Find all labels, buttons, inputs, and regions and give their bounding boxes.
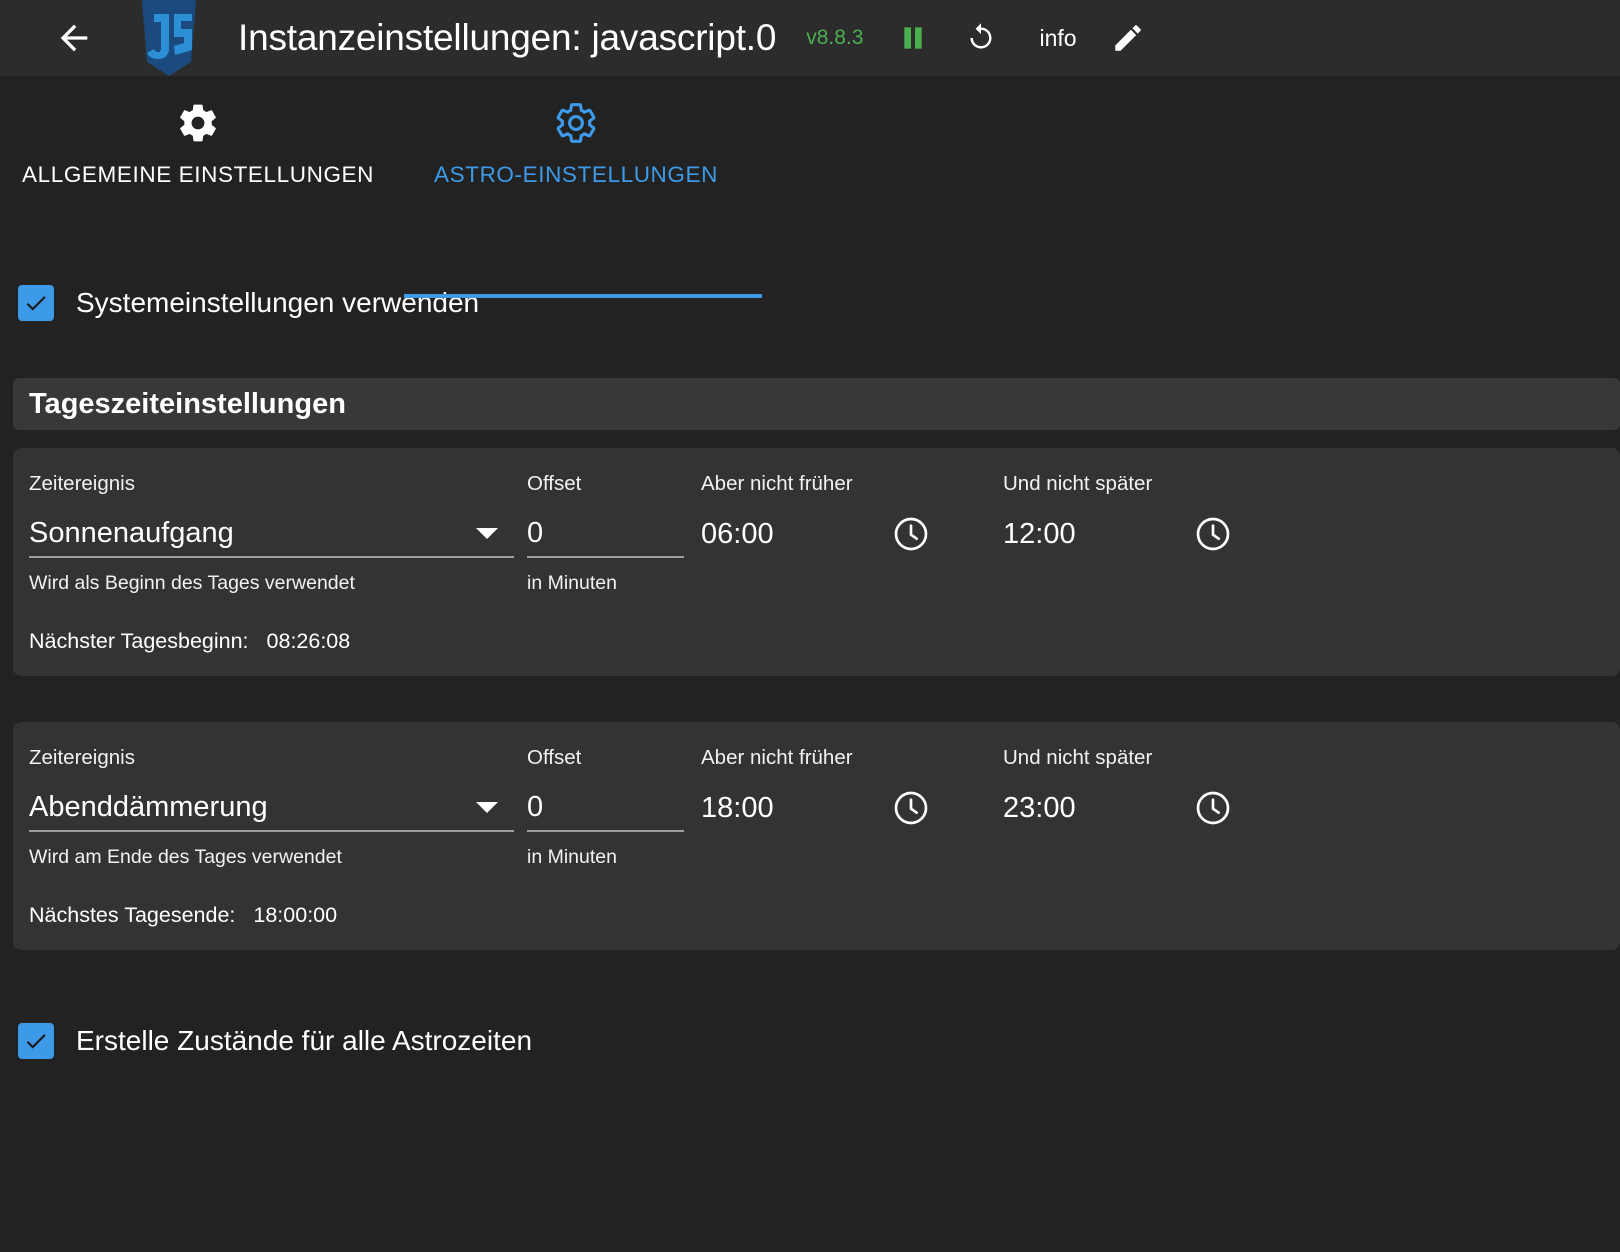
- edit-button[interactable]: [1111, 21, 1145, 55]
- use-system-settings-label: Systemeinstellungen verwenden: [76, 287, 480, 318]
- offset-input[interactable]: 0: [527, 510, 684, 558]
- next-day-start-value: 08:26:08: [266, 629, 351, 653]
- not-later-value[interactable]: 23:00: [1003, 792, 1189, 825]
- clock-icon[interactable]: [887, 784, 935, 832]
- not-earlier-label: Aber nicht früher: [701, 472, 853, 495]
- event-field: Zeitereignis Sonnenaufgang Wird als Begi…: [29, 472, 527, 595]
- not-earlier-value[interactable]: 18:00: [701, 792, 887, 825]
- astro-time-card-dusk: Zeitereignis Abenddämmerung Wird am Ende…: [13, 722, 1620, 950]
- tab-allgemeine-einstellungen[interactable]: ALLGEMEINE EINSTELLUNGEN: [0, 76, 396, 206]
- event-select[interactable]: Abenddämmerung: [29, 784, 514, 832]
- not-earlier-field: Aber nicht früher 18:00: [701, 746, 1003, 832]
- back-button[interactable]: [48, 12, 100, 64]
- offset-value: 0: [527, 516, 544, 549]
- offset-hint: in Minuten: [527, 572, 617, 594]
- tab-label: ALLGEMEINE EINSTELLUNGEN: [22, 162, 374, 187]
- not-later-label: Und nicht später: [1003, 472, 1153, 495]
- version-badge: v8.8.3: [806, 26, 864, 49]
- not-earlier-field: Aber nicht früher 06:00: [701, 472, 1003, 558]
- offset-hint: in Minuten: [527, 846, 617, 868]
- refresh-icon: [970, 23, 992, 49]
- offset-label: Offset: [527, 472, 582, 495]
- chevron-down-icon: [476, 801, 498, 813]
- event-select[interactable]: Sonnenaufgang: [29, 510, 514, 558]
- page-title: Instanzeinstellungen: javascript.0: [238, 17, 777, 58]
- checkmark-icon: [26, 296, 46, 311]
- pause-button[interactable]: [897, 22, 929, 54]
- next-day-start-label: Nächster Tagesbeginn:: [29, 629, 249, 653]
- offset-field: Offset 0 in Minuten: [527, 472, 701, 595]
- next-day-start-info: Nächster Tagesbeginn: 08:26:08: [29, 629, 350, 654]
- javascript-logo: [134, 0, 204, 76]
- not-earlier-value[interactable]: 06:00: [701, 518, 887, 551]
- pause-icon: [904, 27, 923, 49]
- section-header-tageszeiteinstellungen: Tageszeiteinstellungen: [13, 378, 1620, 430]
- clock-icon[interactable]: [887, 510, 935, 558]
- event-field: Zeitereignis Abenddämmerung Wird am Ende…: [29, 746, 527, 869]
- offset-label: Offset: [527, 746, 582, 769]
- section-title: Tageszeiteinstellungen: [29, 387, 346, 420]
- event-label: Zeitereignis: [29, 472, 135, 495]
- chevron-down-icon: [476, 527, 498, 539]
- app-header: Instanzeinstellungen: javascript.0 v8.8.…: [0, 0, 1620, 76]
- event-hint: Wird als Beginn des Tages verwendet: [29, 572, 355, 594]
- not-later-field: Und nicht später 23:00: [1003, 746, 1305, 832]
- tab-active-indicator: [404, 294, 762, 298]
- reload-button[interactable]: [963, 20, 999, 56]
- tab-label: ASTRO-EINSTELLUNGEN: [434, 162, 718, 187]
- create-states-label: Erstelle Zustände für alle Astrozeiten: [76, 1025, 533, 1056]
- next-day-end-label: Nächstes Tagesende:: [29, 903, 236, 927]
- tab-bar: ALLGEMEINE EINSTELLUNGEN ASTRO-EINSTELLU…: [0, 76, 1620, 298]
- use-system-settings-row[interactable]: Systemeinstellungen verwenden: [0, 270, 1620, 336]
- checkmark-icon: [26, 1034, 46, 1049]
- offset-input[interactable]: 0: [527, 784, 684, 832]
- info-button[interactable]: info: [1039, 25, 1076, 52]
- offset-value: 0: [527, 790, 544, 823]
- not-earlier-label: Aber nicht früher: [701, 746, 853, 769]
- offset-field: Offset 0 in Minuten: [527, 746, 701, 869]
- settings-content: Systemeinstellungen verwenden Tageszeite…: [0, 270, 1620, 1074]
- next-day-end-info: Nächstes Tagesende: 18:00:00: [29, 903, 337, 928]
- astro-time-card-sunrise: Zeitereignis Sonnenaufgang Wird als Begi…: [13, 448, 1620, 676]
- create-states-row[interactable]: Erstelle Zustände für alle Astrozeiten: [0, 1008, 1620, 1074]
- tab-astro-einstellungen[interactable]: ASTRO-EINSTELLUNGEN: [396, 76, 756, 206]
- pencil-icon: [1114, 25, 1141, 51]
- clock-icon[interactable]: [1189, 784, 1237, 832]
- event-label: Zeitereignis: [29, 746, 135, 769]
- not-later-field: Und nicht später 12:00: [1003, 472, 1305, 558]
- javascript-shield-icon: [142, 0, 196, 76]
- use-system-settings-checkbox[interactable]: [18, 285, 54, 321]
- not-later-label: Und nicht später: [1003, 746, 1153, 769]
- gear-outline-icon: [554, 100, 598, 146]
- arrow-left-icon: [60, 24, 88, 52]
- next-day-end-value: 18:00:00: [253, 903, 338, 927]
- event-value: Abenddämmerung: [29, 790, 268, 823]
- event-value: Sonnenaufgang: [29, 516, 234, 549]
- create-states-checkbox[interactable]: [18, 1023, 54, 1059]
- gear-filled-icon: [176, 100, 220, 146]
- clock-icon[interactable]: [1189, 510, 1237, 558]
- not-later-value[interactable]: 12:00: [1003, 518, 1189, 551]
- event-hint: Wird am Ende des Tages verwendet: [29, 846, 342, 868]
